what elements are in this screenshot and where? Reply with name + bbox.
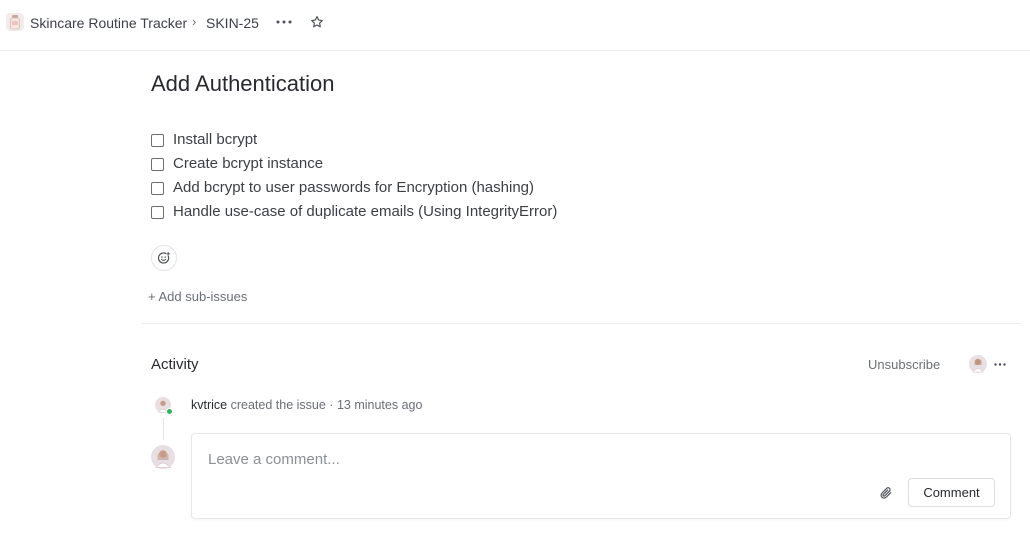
checklist-item-label[interactable]: Add bcrypt to user passwords for Encrypt… — [173, 178, 534, 198]
breadcrumb-project[interactable]: Skincare Routine Tracker — [30, 14, 187, 32]
checkbox[interactable] — [151, 133, 164, 147]
current-user-avatar — [151, 445, 175, 469]
online-status-indicator — [166, 408, 173, 415]
unsubscribe-button[interactable]: Unsubscribe — [868, 357, 940, 373]
checklist-item-label[interactable]: Install bcrypt — [173, 130, 257, 150]
paperclip-icon — [880, 487, 892, 499]
checklist: Install bcrypt Create bcrypt instance Ad… — [151, 128, 557, 224]
activity-more-button[interactable] — [993, 355, 1007, 373]
subscriber-avatar[interactable] — [969, 355, 987, 373]
comment-submit-button[interactable]: Comment — [908, 478, 995, 507]
section-divider — [141, 323, 1021, 324]
checkbox[interactable] — [151, 157, 164, 171]
checklist-item-label[interactable]: Handle use-case of duplicate emails (Usi… — [173, 202, 557, 222]
emoji-reaction-icon — [157, 251, 171, 264]
checklist-item: Add bcrypt to user passwords for Encrypt… — [151, 176, 557, 200]
comment-editor: Comment — [191, 433, 1011, 519]
checklist-item: Create bcrypt instance — [151, 152, 557, 176]
event-separator: · — [329, 398, 334, 412]
more-options-button[interactable] — [272, 11, 296, 33]
breadcrumb-issue-id[interactable]: SKIN-25 — [206, 14, 259, 32]
event-action: created the issue — [230, 398, 326, 412]
event-timestamp[interactable]: 13 minutes ago — [337, 398, 422, 412]
breadcrumb-separator: › — [192, 14, 197, 29]
favorite-button[interactable] — [306, 11, 328, 33]
checkbox[interactable] — [151, 181, 164, 195]
event-user[interactable]: kvtrice — [191, 398, 227, 412]
top-bar: Skincare Routine Tracker › SKIN-25 — [0, 0, 1030, 51]
checklist-item: Install bcrypt — [151, 128, 557, 152]
ellipsis-icon — [994, 362, 1006, 366]
checklist-item: Handle use-case of duplicate emails (Usi… — [151, 200, 557, 224]
issue-title[interactable]: Add Authentication — [151, 70, 334, 98]
star-icon — [311, 16, 323, 28]
activity-event: kvtrice created the issue · 13 minutes a… — [191, 397, 422, 413]
ellipsis-icon — [276, 20, 292, 24]
comment-input[interactable] — [208, 448, 808, 470]
add-sub-issues-button[interactable]: + Add sub-issues — [148, 289, 247, 305]
project-icon[interactable] — [6, 13, 24, 31]
checkbox[interactable] — [151, 205, 164, 219]
activity-heading: Activity — [151, 356, 199, 373]
checklist-item-label[interactable]: Create bcrypt instance — [173, 154, 323, 174]
add-reaction-button[interactable] — [151, 245, 177, 271]
timeline-connector — [163, 418, 164, 440]
attach-file-button[interactable] — [877, 484, 895, 502]
